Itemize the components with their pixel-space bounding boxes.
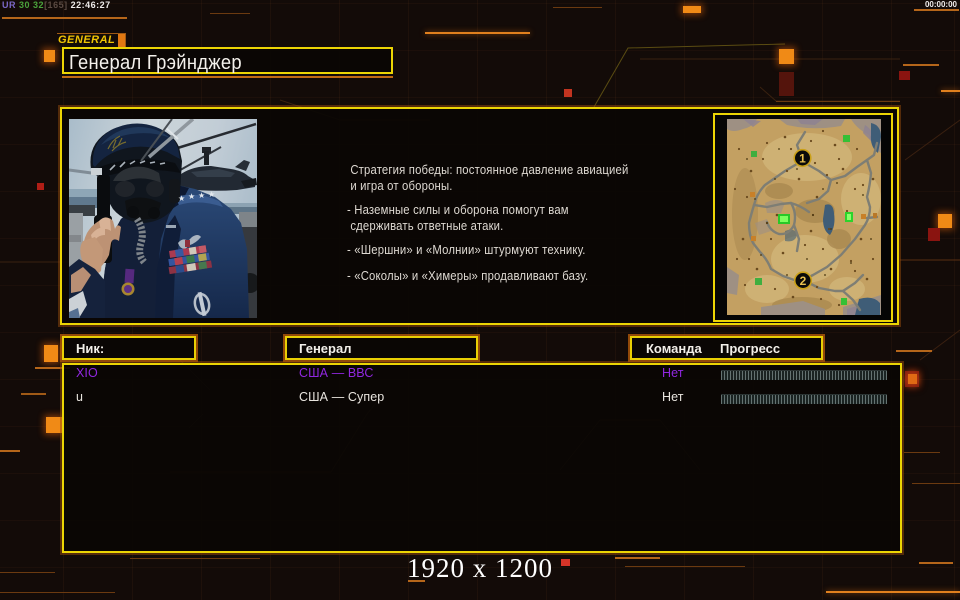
svg-text:★: ★ bbox=[208, 190, 215, 199]
svg-text:2: 2 bbox=[800, 274, 807, 288]
svg-text:1: 1 bbox=[799, 152, 806, 166]
svg-text:★: ★ bbox=[188, 192, 195, 201]
svg-text:★: ★ bbox=[178, 194, 185, 203]
svg-text:★: ★ bbox=[198, 191, 205, 200]
